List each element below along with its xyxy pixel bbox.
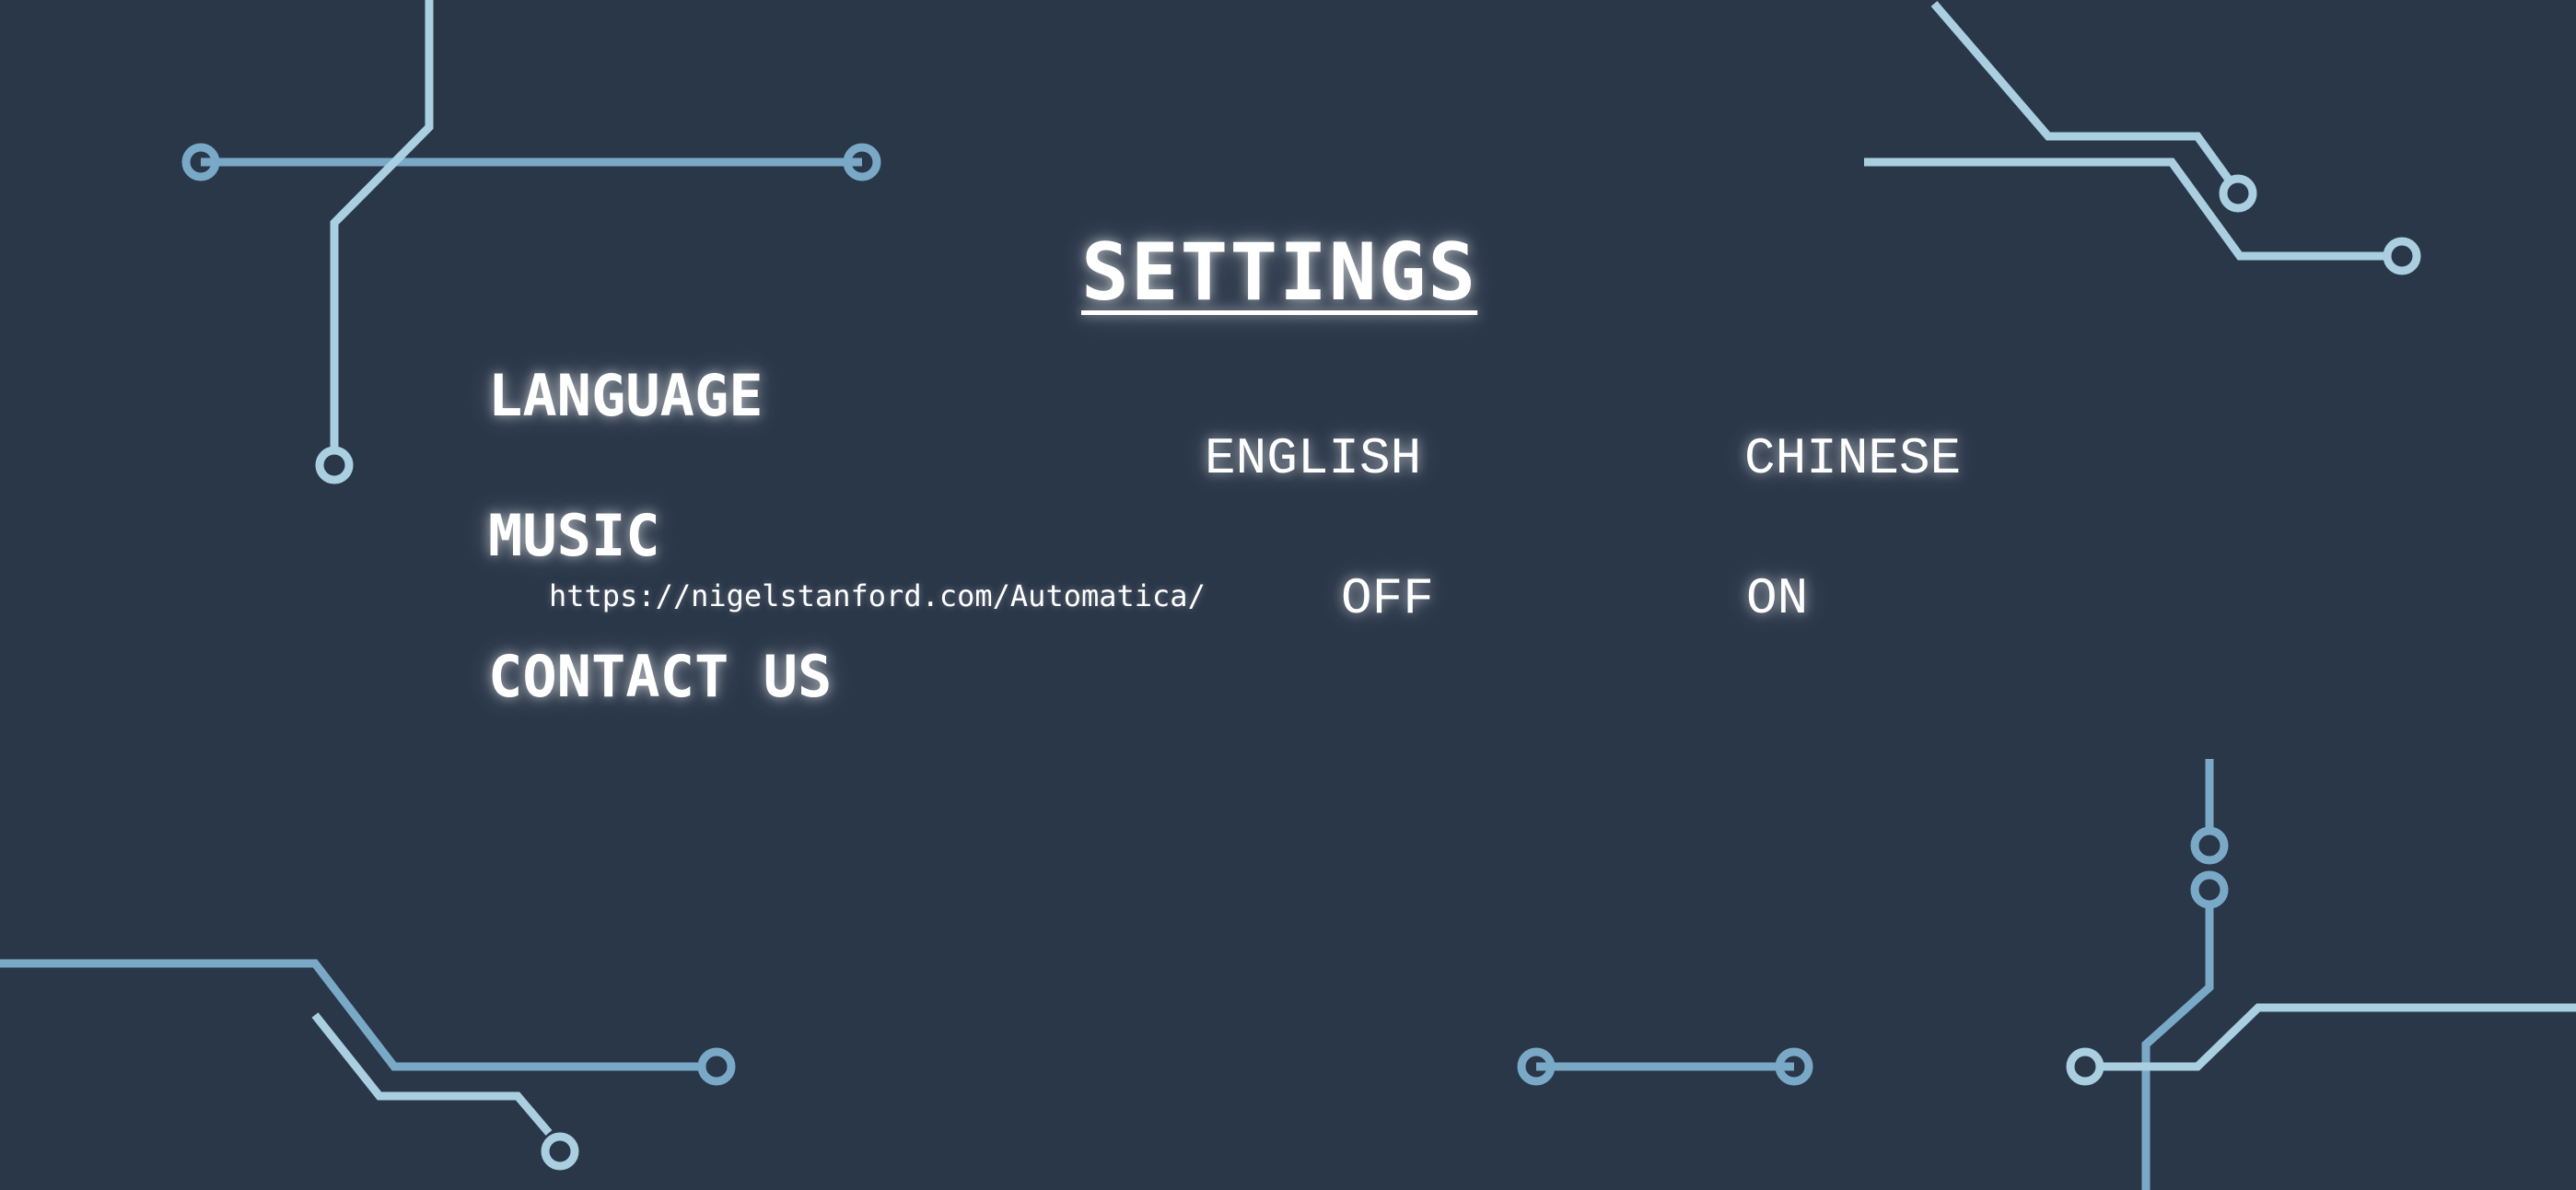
circuit-trace-top-left-vertical <box>315 0 434 484</box>
music-section-label: MUSIC <box>488 502 660 569</box>
settings-screen: SETTINGS LANGUAGE ENGLISH CHINESE MUSIC … <box>0 0 2576 1190</box>
music-option-off[interactable]: OFF <box>1341 569 1434 628</box>
circuit-trace-bottom-left-a <box>0 959 736 1086</box>
contact-us-link[interactable]: CONTACT US <box>488 643 832 710</box>
circuit-trace-bottom-left-b <box>311 1012 579 1171</box>
music-credit-link[interactable]: https://nigelstanford.com/Automatica/ <box>549 578 1206 613</box>
language-section-label: LANGUAGE <box>488 362 763 429</box>
language-option-chinese[interactable]: CHINESE <box>1744 429 1961 488</box>
circuit-trace-top-left-horizontal <box>181 143 881 181</box>
language-option-english[interactable]: ENGLISH <box>1205 429 1421 488</box>
circuit-trace-bottom-middle <box>1517 1047 1813 1086</box>
circuit-decoration <box>0 0 2576 1190</box>
circuit-trace-top-right-a <box>1930 1 2257 213</box>
circuit-trace-top-right-b <box>1864 158 2421 275</box>
page-title: SETTINGS <box>1081 227 1478 319</box>
music-option-on[interactable]: ON <box>1746 569 1808 628</box>
circuit-trace-bottom-right-vertical <box>2141 759 2229 1190</box>
